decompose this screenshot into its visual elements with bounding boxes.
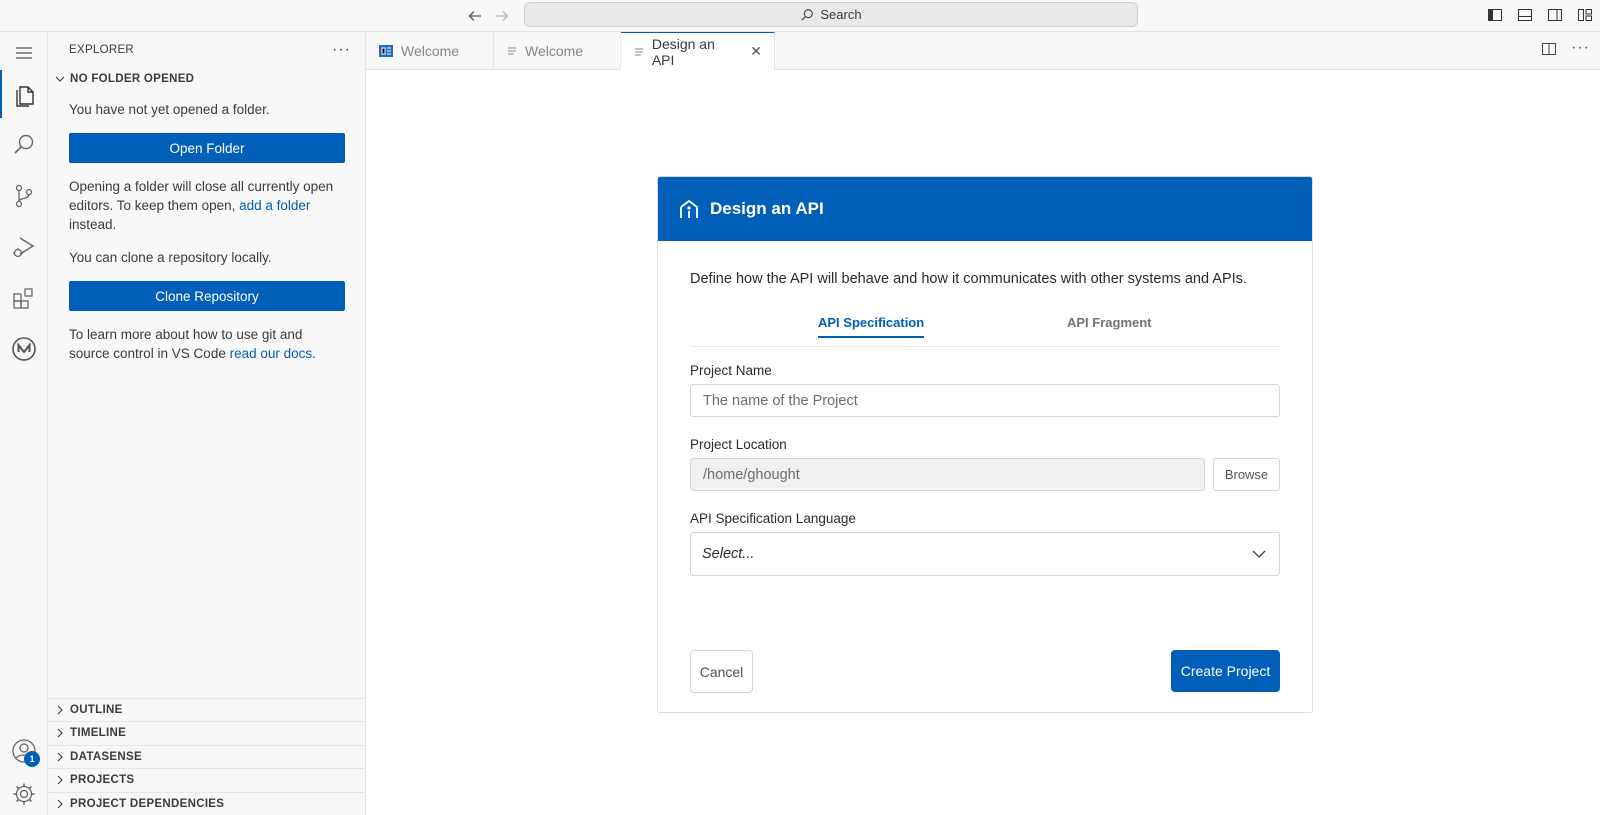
section-outline-label: OUTLINE: [70, 703, 123, 716]
more-actions-icon[interactable]: ···: [1571, 40, 1590, 57]
source-control-icon[interactable]: [0, 172, 48, 220]
editor-actions: ···: [1541, 40, 1590, 57]
split-editor-icon[interactable]: [1541, 41, 1557, 57]
chevron-right-icon: [57, 728, 63, 738]
project-name-input[interactable]: The name of the Project: [690, 384, 1280, 417]
tab-api-fragment[interactable]: API Fragment: [1067, 315, 1152, 330]
more-actions-icon[interactable]: ···: [332, 41, 351, 59]
collapsed-sections: OUTLINE TIMELINE DATASENSE PROJECTS PROJ…: [48, 697, 366, 815]
tab-label: Welcome: [401, 43, 460, 59]
tab-welcome-1[interactable]: Welcome: [366, 32, 494, 70]
add-folder-link[interactable]: add a folder: [239, 198, 310, 213]
settings-gear-icon[interactable]: [0, 770, 48, 815]
section-title: NO FOLDER OPENED: [70, 73, 195, 85]
activity-bar: 1: [0, 32, 48, 815]
clone-repository-button[interactable]: Clone Repository: [69, 281, 345, 311]
forward-arrow-icon[interactable]: [490, 4, 514, 28]
section-timeline-label: TIMELINE: [70, 727, 127, 740]
title-bar: Search: [0, 0, 1600, 32]
subtabs: API Specification API Fragment: [690, 313, 1280, 347]
toggle-primary-sidebar-icon[interactable]: [1486, 6, 1504, 24]
chevron-down-icon: [1252, 550, 1266, 558]
editor-tabs: Welcome Welcome Design an API ✕ ···: [366, 32, 1600, 70]
project-location-row: /home/ghought Browse: [690, 458, 1280, 511]
clone-text: You can clone a repository locally.: [69, 250, 272, 265]
document-icon: [508, 47, 516, 55]
toggle-panel-icon[interactable]: [1516, 6, 1534, 24]
section-datasense[interactable]: DATASENSE: [48, 744, 366, 769]
card-header: Design an API: [658, 177, 1312, 241]
language-label: API Specification Language: [690, 511, 856, 526]
tab-label: Welcome: [525, 43, 584, 59]
section-outline[interactable]: OUTLINE: [48, 697, 366, 722]
chevron-right-icon: [57, 752, 63, 762]
language-select-value: Select...: [702, 546, 755, 562]
design-api-card: Design an API Define how the API will be…: [657, 176, 1313, 713]
card-description: Define how the API will behave and how i…: [690, 271, 1247, 287]
run-debug-icon[interactable]: [0, 223, 48, 271]
section-timeline[interactable]: TIMELINE: [48, 721, 366, 745]
customize-layout-icon[interactable]: [1576, 6, 1594, 24]
section-datasense-label: DATASENSE: [70, 750, 142, 763]
card-body: Define how the API will behave and how i…: [658, 241, 1312, 713]
project-location-label: Project Location: [690, 437, 787, 452]
document-icon: [634, 48, 643, 55]
layout-controls: [1486, 6, 1594, 24]
toggle-secondary-sidebar-icon[interactable]: [1546, 6, 1564, 24]
section-project-dependencies[interactable]: PROJECT DEPENDENCIES: [48, 791, 366, 815]
welcome-icon: [379, 45, 393, 57]
cancel-button[interactable]: Cancel: [690, 650, 753, 693]
language-select[interactable]: Select...: [690, 532, 1280, 576]
api-design-icon: [680, 199, 698, 218]
back-arrow-icon[interactable]: [463, 4, 487, 28]
browse-button[interactable]: Browse: [1213, 458, 1280, 491]
project-location-input[interactable]: /home/ghought: [690, 458, 1205, 491]
account-icon[interactable]: 1: [0, 727, 48, 775]
learn-text-end: .: [312, 346, 316, 361]
opening-folder-text: Opening a folder will close all currentl…: [69, 177, 345, 234]
search-icon[interactable]: [0, 121, 48, 169]
tab-api-specification[interactable]: API Specification: [818, 315, 925, 338]
section-project-dependencies-label: PROJECT DEPENDENCIES: [70, 797, 225, 810]
command-center-search[interactable]: Search: [524, 2, 1138, 27]
no-folder-content: You have not yet opened a folder. Open F…: [48, 90, 365, 363]
extensions-icon[interactable]: [0, 274, 48, 322]
chevron-down-icon: [55, 76, 65, 82]
tab-design-an-api[interactable]: Design an API ✕: [621, 32, 775, 70]
chevron-right-icon: [57, 775, 63, 785]
opening-text-2: instead.: [69, 217, 117, 232]
no-folder-text: You have not yet opened a folder.: [69, 102, 270, 117]
sidebar: EXPLORER ··· NO FOLDER OPENED You have n…: [48, 32, 366, 815]
chevron-right-icon: [57, 705, 63, 715]
section-projects-label: PROJECTS: [70, 774, 135, 787]
search-icon: [801, 8, 814, 21]
close-icon[interactable]: ✕: [750, 43, 762, 60]
tab-welcome-2[interactable]: Welcome: [494, 32, 621, 70]
section-no-folder[interactable]: NO FOLDER OPENED: [48, 68, 365, 90]
chevron-right-icon: [57, 799, 63, 809]
project-name-label: Project Name: [690, 363, 772, 378]
card-title: Design an API: [710, 199, 824, 218]
search-label: Search: [820, 7, 862, 22]
learn-text: To learn more about how to use git and s…: [69, 325, 345, 363]
explorer-icon[interactable]: [0, 70, 48, 118]
sidebar-title: EXPLORER: [69, 44, 135, 56]
account-badge: 1: [24, 751, 40, 767]
sidebar-header: EXPLORER ···: [48, 32, 365, 68]
tab-label: Design an API: [651, 35, 715, 68]
create-project-button[interactable]: Create Project: [1171, 650, 1280, 692]
read-docs-link[interactable]: read our docs: [230, 346, 313, 361]
open-folder-button[interactable]: Open Folder: [69, 133, 345, 163]
section-projects[interactable]: PROJECTS: [48, 768, 366, 792]
mulesoft-icon[interactable]: [0, 325, 48, 373]
